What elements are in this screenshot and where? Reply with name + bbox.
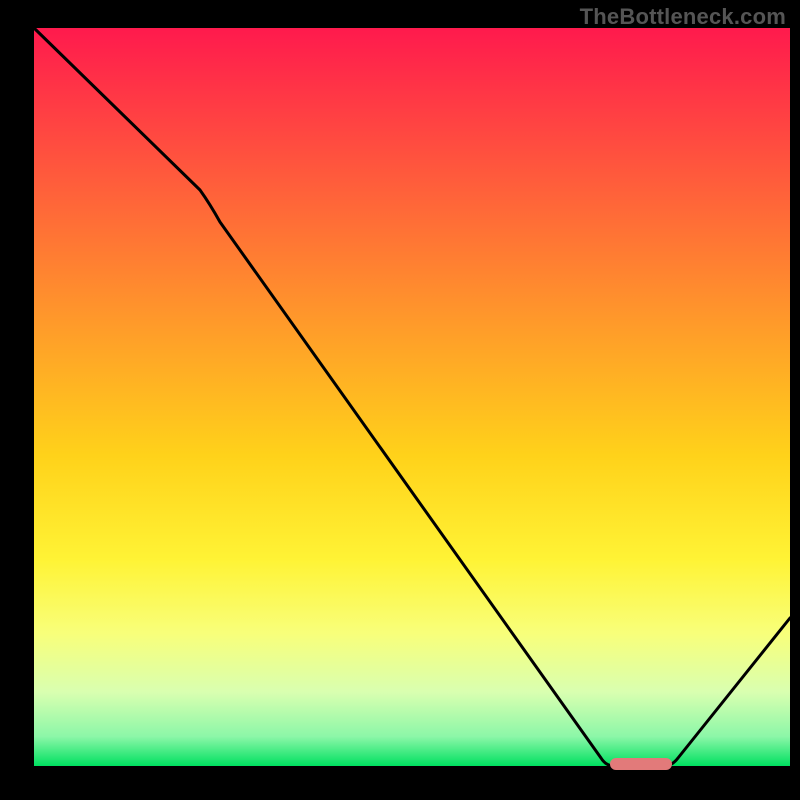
chart-svg [0, 0, 800, 800]
bottleneck-chart: TheBottleneck.com [0, 0, 800, 800]
optimal-marker [610, 758, 672, 770]
watermark-label: TheBottleneck.com [580, 4, 786, 30]
